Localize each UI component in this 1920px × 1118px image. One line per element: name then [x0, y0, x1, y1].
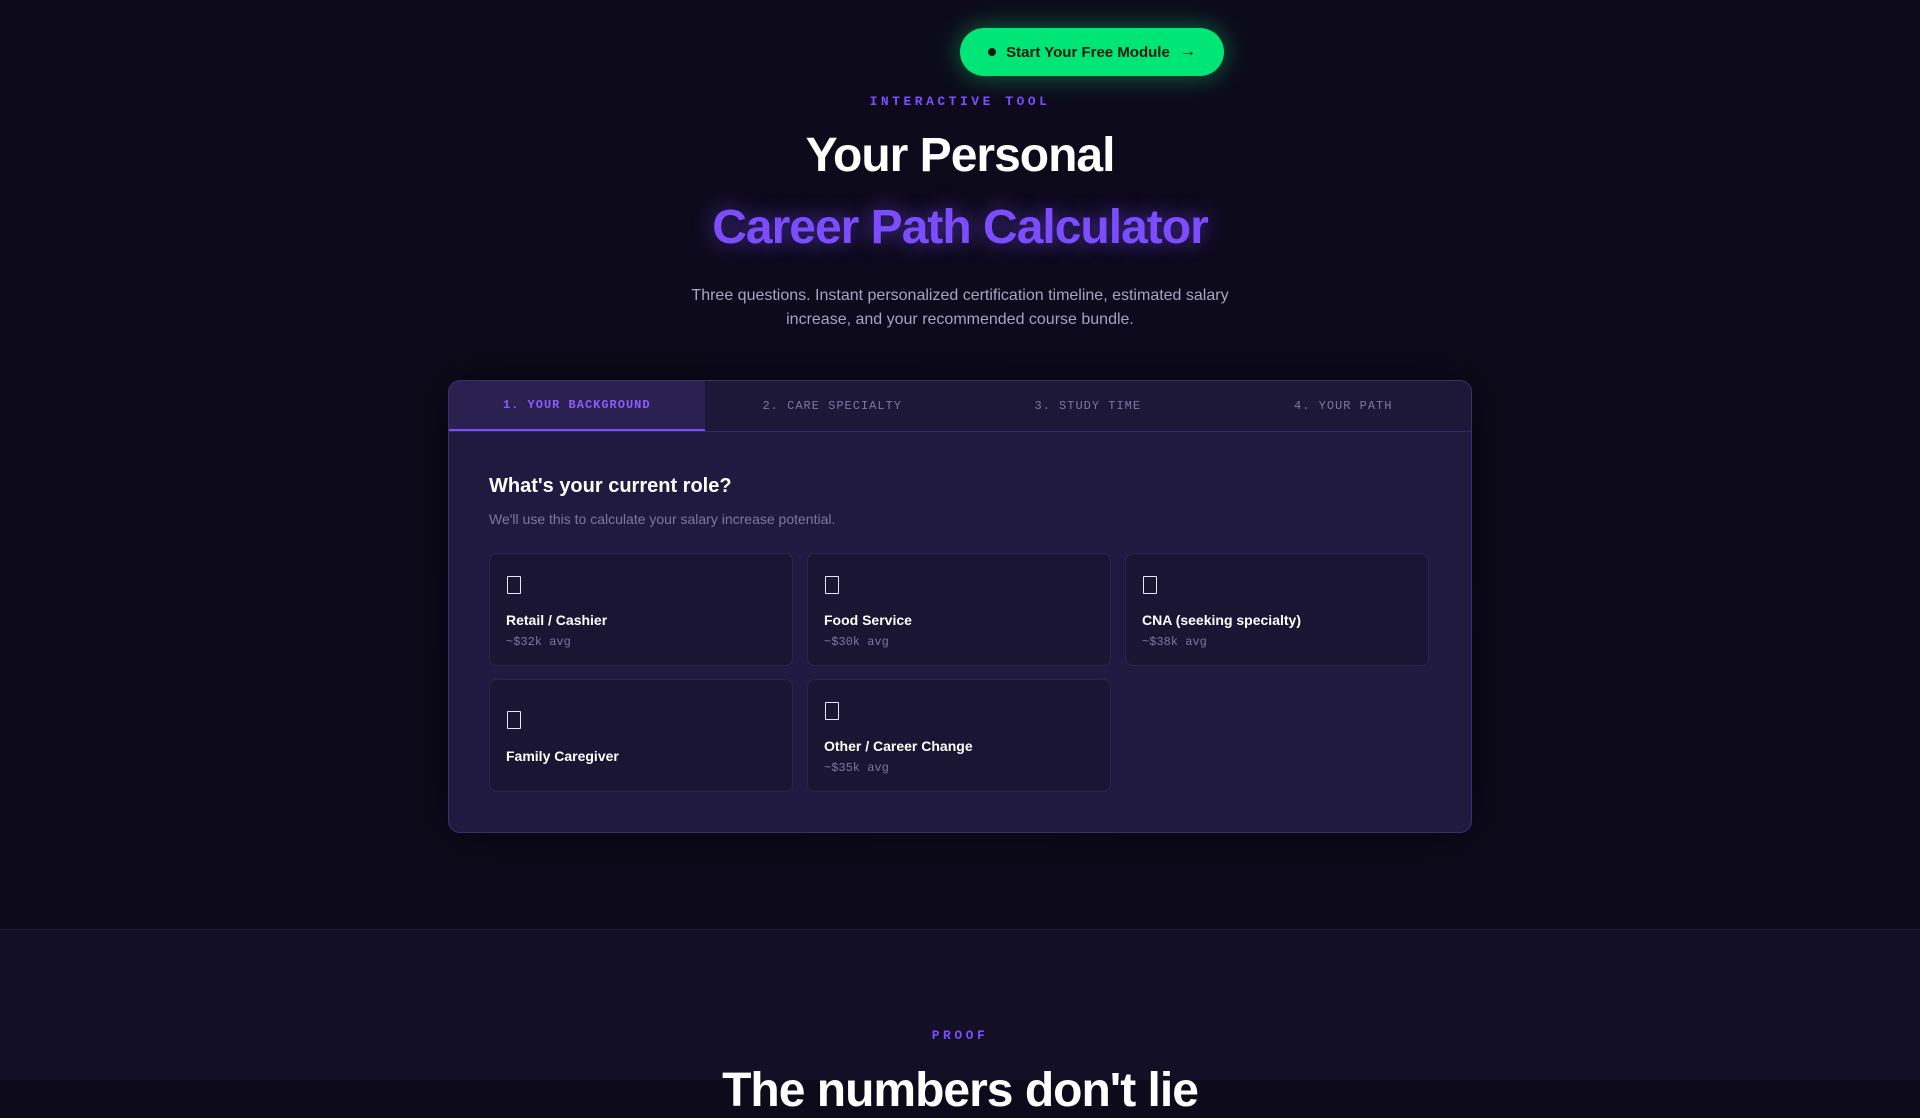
tab-study-time[interactable]: 3. STUDY TIME	[960, 381, 1216, 431]
option-salary: ~$35k avg	[824, 761, 889, 775]
option-label: Family Caregiver	[506, 748, 619, 764]
tab-care-specialty[interactable]: 2. CARE SPECIALTY	[705, 381, 961, 431]
proof-title: The numbers don't lie	[722, 1064, 1199, 1117]
calculator-steps-tabs: 1. YOUR BACKGROUND 2. CARE SPECIALTY 3. …	[449, 381, 1471, 432]
option-label: CNA (seeking specialty)	[1142, 612, 1301, 628]
career-calculator-card: 1. YOUR BACKGROUND 2. CARE SPECIALTY 3. …	[448, 380, 1472, 833]
placeholder-glyph-icon	[825, 702, 839, 720]
placeholder-glyph-icon	[507, 576, 521, 594]
page-title-line1: Your Personal	[805, 129, 1116, 182]
proof-section: PROOF The numbers don't lie	[0, 930, 1920, 1117]
proof-eyebrow: PROOF	[931, 1028, 989, 1043]
option-retail-cashier[interactable]: Retail / Cashier ~$32k avg	[489, 553, 793, 666]
placeholder-glyph-icon	[825, 576, 839, 594]
option-salary: ~$38k avg	[1142, 635, 1207, 649]
question-title: What's your current role?	[489, 475, 732, 497]
option-cna-seeking-specialty[interactable]: CNA (seeking specialty) ~$38k avg	[1125, 553, 1429, 666]
option-label: Other / Career Change	[824, 738, 973, 754]
hero-section: Start Your Free Module → INTERACTIVE TOO…	[0, 0, 1920, 929]
option-label: Food Service	[824, 612, 912, 628]
section-eyebrow: INTERACTIVE TOOL	[869, 94, 1051, 109]
option-other-career-change[interactable]: Other / Career Change ~$35k avg	[807, 679, 1111, 792]
option-label: Retail / Cashier	[506, 612, 608, 628]
option-salary: ~$30k avg	[824, 635, 889, 649]
tab-your-path[interactable]: 4. YOUR PATH	[1216, 381, 1472, 431]
cta-label: Start Your Free Module	[1006, 43, 1170, 61]
tab-your-background[interactable]: 1. YOUR BACKGROUND	[449, 381, 705, 431]
page-title-line2: Career Path Calculator	[712, 201, 1209, 254]
placeholder-glyph-icon	[1143, 576, 1157, 594]
arrow-right-icon: →	[1179, 43, 1196, 60]
option-family-caregiver[interactable]: Family Caregiver	[489, 679, 793, 792]
dot-icon	[988, 48, 997, 56]
option-food-service[interactable]: Food Service ~$30k avg	[807, 553, 1111, 666]
question-helper-text: We'll use this to calculate your salary …	[489, 511, 836, 527]
option-salary: ~$32k avg	[506, 635, 571, 649]
page-subtitle: Three questions. Instant personalized ce…	[691, 287, 1229, 328]
placeholder-glyph-icon	[507, 711, 521, 729]
start-free-module-button[interactable]: Start Your Free Module →	[960, 28, 1224, 76]
